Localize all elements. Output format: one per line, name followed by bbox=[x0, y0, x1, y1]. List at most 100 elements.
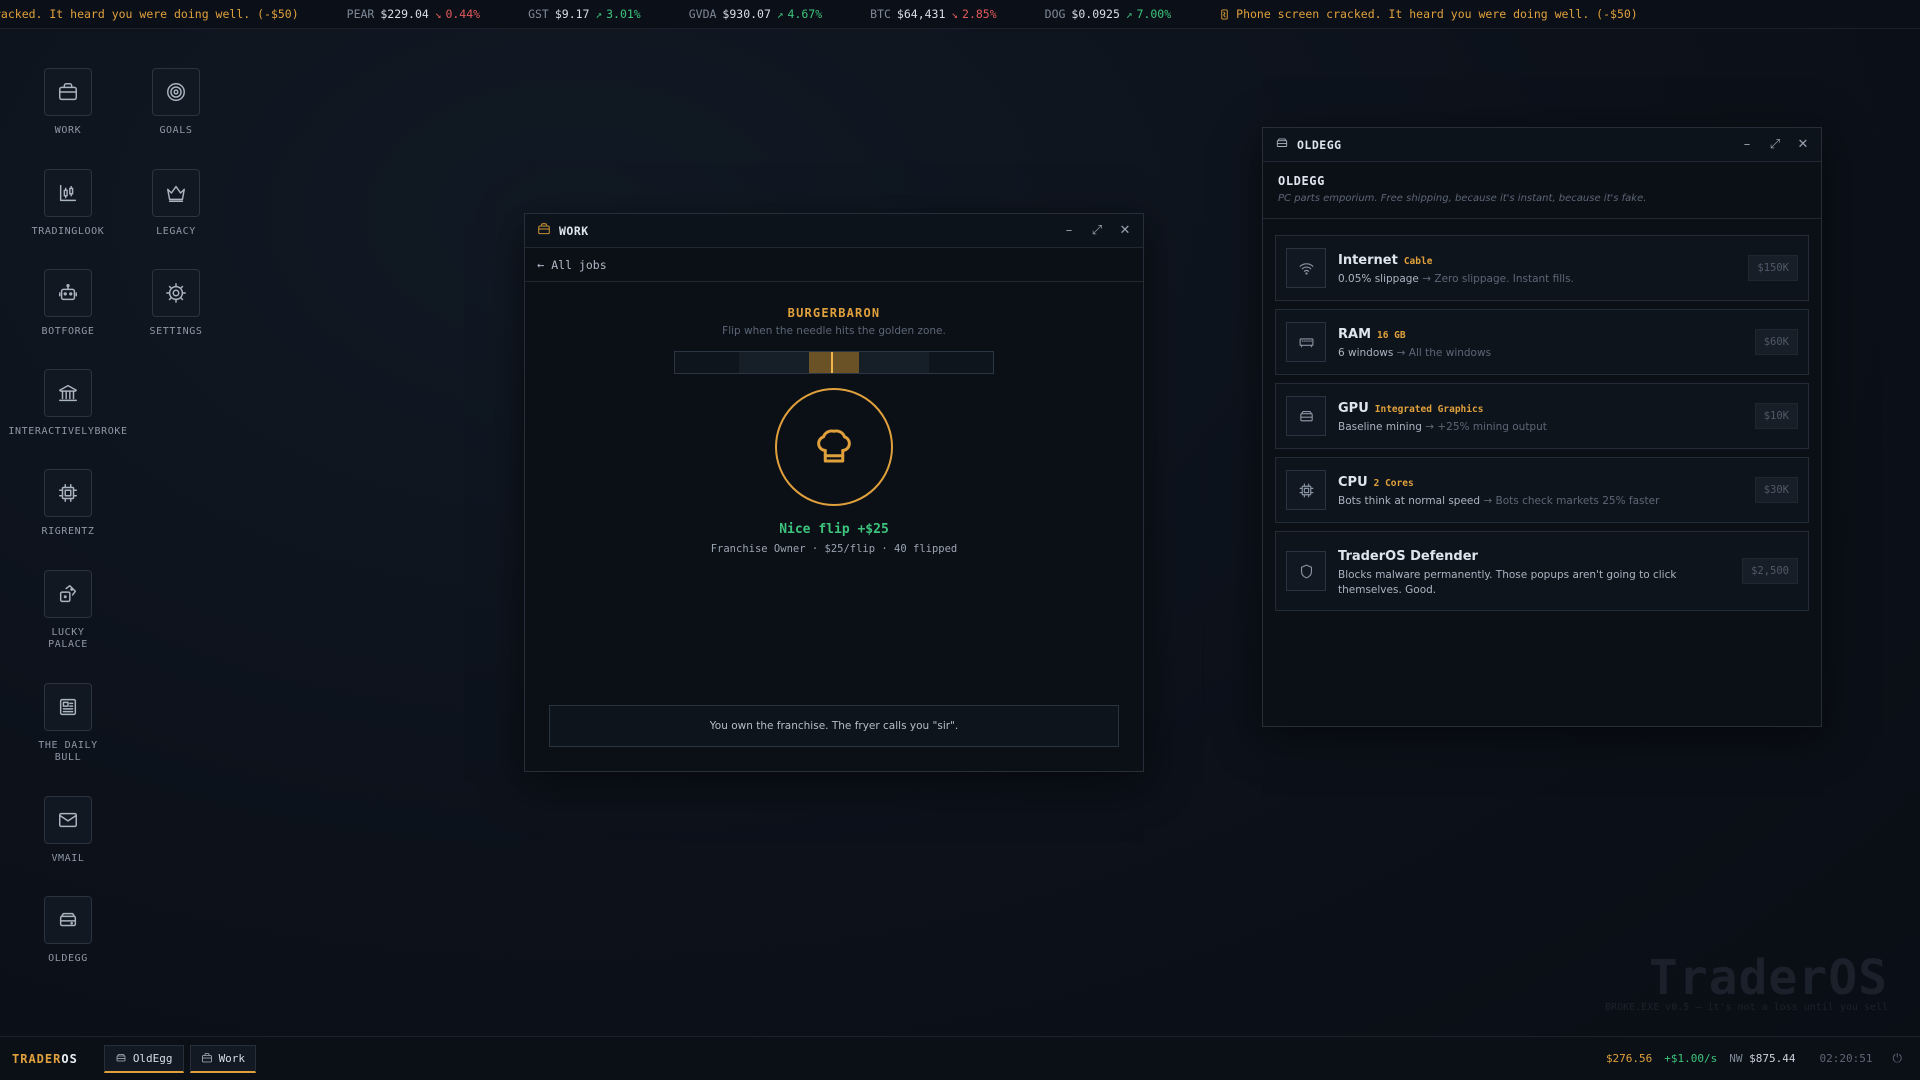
ticker-news-item: racked. It heard you were doing well. (-… bbox=[0, 7, 299, 21]
close-button[interactable]: ✕ bbox=[1797, 137, 1809, 152]
shield-icon bbox=[1300, 564, 1312, 578]
chef-hat-icon bbox=[817, 429, 851, 463]
start-button[interactable]: TRADEROS bbox=[12, 1052, 78, 1066]
buy-button[interactable]: $10K bbox=[1754, 403, 1798, 429]
phone-icon bbox=[1219, 8, 1230, 20]
product-tier: Cable bbox=[1403, 256, 1433, 267]
desktop-icon-oldegg[interactable]: OLDEGG bbox=[18, 896, 118, 965]
product-upgrade: → All the windows bbox=[1396, 347, 1492, 359]
cash-balance: $276.56 bbox=[1605, 1052, 1653, 1065]
drive-icon bbox=[116, 1054, 126, 1062]
store-name: OLDEGG bbox=[1278, 174, 1325, 188]
ticker-news-item: Phone screen cracked. It heard you were … bbox=[1219, 7, 1638, 21]
desktop-label: INTERACTIVELYBROKE bbox=[8, 426, 128, 437]
target-icon bbox=[167, 83, 185, 101]
trend-down-icon: ↘ bbox=[951, 7, 959, 21]
product-name: CPU bbox=[1338, 475, 1368, 490]
power-icon[interactable]: ⏻ bbox=[1893, 1051, 1903, 1066]
desktop-icon-tradinglook[interactable]: TRADINGLOOK bbox=[18, 169, 118, 238]
product-name: GPU bbox=[1338, 401, 1369, 416]
close-button[interactable]: ✕ bbox=[1119, 223, 1131, 238]
desktop-icon-daily-bull[interactable]: THE DAILY BULL bbox=[18, 683, 118, 764]
product-upgrade: → +25% mining output bbox=[1425, 421, 1547, 433]
desktop-icon-vmail[interactable]: VMAIL bbox=[18, 796, 118, 865]
product-cpu: CPU 2 Cores Bots think at normal speed → … bbox=[1275, 457, 1809, 523]
trend-down-icon: ↘ bbox=[434, 7, 442, 21]
desktop-icon-work[interactable]: WORK bbox=[18, 68, 118, 137]
robot-icon bbox=[59, 284, 77, 301]
taskbar-item-work[interactable]: Work bbox=[189, 1044, 257, 1073]
trend-up-icon: ↗ bbox=[1125, 7, 1133, 21]
briefcase-icon bbox=[201, 1053, 212, 1063]
ticker-item-gvda: GVDA $930.07 ↗ 4.67% bbox=[688, 7, 823, 21]
desktop-icon-interactivelybroke[interactable]: INTERACTIVELYBROKE bbox=[8, 369, 127, 438]
ticker-item-btc: BTC $64,431 ↘ 2.85% bbox=[870, 7, 997, 21]
desktop-label: VMAIL bbox=[51, 853, 85, 864]
desktop-label: TRADINGLOOK bbox=[31, 226, 105, 237]
flip-button[interactable] bbox=[775, 388, 893, 506]
net-worth-value: $875.44 bbox=[1749, 1052, 1796, 1065]
product-desc: Baseline mining bbox=[1338, 421, 1422, 433]
stock-ticker: racked. It heard you were doing well. (-… bbox=[0, 0, 1920, 29]
desktop-label: SETTINGS bbox=[149, 326, 203, 337]
buy-button[interactable]: $2,500 bbox=[1742, 558, 1798, 584]
job-stats: Franchise Owner · $25/flip · 40 flipped bbox=[710, 543, 958, 555]
newspaper-icon bbox=[59, 698, 77, 716]
desktop-icon-rigrentz[interactable]: RIGRENTZ bbox=[18, 469, 118, 538]
chip-icon bbox=[59, 484, 77, 502]
buy-button[interactable]: $30K bbox=[1754, 477, 1798, 503]
ticker-item-dog: DOG $0.0925 ↗ 7.00% bbox=[1044, 7, 1172, 21]
buy-button[interactable]: $60K bbox=[1754, 329, 1798, 355]
product-name: RAM bbox=[1338, 327, 1372, 342]
candlestick-icon bbox=[59, 184, 77, 202]
trend-up-icon: ↗ bbox=[595, 7, 603, 21]
trend-up-icon: ↗ bbox=[776, 7, 784, 21]
job-instruction: Flip when the needle hits the golden zon… bbox=[722, 325, 946, 337]
flavor-text: You own the franchise. The fryer calls y… bbox=[549, 705, 1119, 747]
flip-timing-meter bbox=[674, 351, 994, 374]
maximize-button[interactable]: ⤢ bbox=[1091, 223, 1103, 238]
desktop-icon-settings[interactable]: SETTINGS bbox=[126, 269, 226, 338]
briefcase-icon bbox=[537, 221, 551, 240]
net-worth-label: NW bbox=[1729, 1052, 1743, 1065]
product-upgrade: → Bots check markets 25% faster bbox=[1483, 495, 1660, 507]
desktop-label: THE DAILY BULL bbox=[38, 740, 98, 763]
store-header: OLDEGG PC parts emporium. Free shipping,… bbox=[1263, 162, 1821, 219]
desktop-icon-lucky-palace[interactable]: LUCKY PALACE bbox=[18, 570, 118, 651]
product-desc: 0.05% slippage bbox=[1338, 273, 1419, 285]
mail-icon bbox=[59, 812, 77, 828]
product-internet: Internet Cable 0.05% slippage → Zero slip… bbox=[1275, 235, 1809, 301]
desktop-icon-goals[interactable]: GOALS bbox=[126, 68, 226, 137]
desktop-label: GOALS bbox=[159, 125, 193, 136]
store-tagline: PC parts emporium. Free shipping, becaus… bbox=[1278, 193, 1647, 204]
drive-icon bbox=[1275, 135, 1289, 154]
os-watermark-subtitle: BROKE.EXE v0.5 — it's not a loss until y… bbox=[1605, 1002, 1888, 1013]
cpu-icon bbox=[1299, 483, 1313, 497]
ram-icon bbox=[1299, 337, 1313, 347]
maximize-button[interactable]: ⤢ bbox=[1769, 137, 1781, 152]
arrow-left-icon: ← bbox=[537, 257, 545, 272]
product-desc: 6 windows bbox=[1338, 347, 1394, 359]
product-tier: Integrated Graphics bbox=[1374, 404, 1484, 415]
minimize-button[interactable]: – bbox=[1741, 137, 1753, 152]
taskbar-item-oldegg[interactable]: OldEgg bbox=[103, 1044, 184, 1073]
window-title: OLDEGG bbox=[1297, 137, 1342, 152]
desktop-label: LEGACY bbox=[156, 226, 196, 237]
minimize-button[interactable]: – bbox=[1063, 223, 1075, 238]
dice-icon bbox=[59, 585, 77, 603]
desktop-label: LUCKY PALACE bbox=[48, 627, 88, 650]
all-jobs-link[interactable]: ← All jobs bbox=[525, 248, 1143, 282]
desktop-label: RIGRENTZ bbox=[41, 526, 95, 537]
gpu-icon bbox=[1299, 410, 1313, 421]
wifi-icon bbox=[1299, 262, 1313, 275]
work-window-titlebar[interactable]: WORK – ⤢ ✕ bbox=[525, 214, 1143, 248]
clock: 02:20:51 bbox=[1819, 1052, 1873, 1065]
product-desc: Bots think at normal speed bbox=[1338, 495, 1481, 507]
buy-button[interactable]: $150K bbox=[1748, 255, 1798, 281]
desktop-icon-botforge[interactable]: BOTFORGE bbox=[18, 269, 118, 338]
gear-icon bbox=[166, 283, 186, 303]
system-tray: $276.56 +$1.00/s NW $875.44 02:20:51 ⏻ bbox=[1606, 1051, 1920, 1066]
oldegg-window-titlebar[interactable]: OLDEGG – ⤢ ✕ bbox=[1263, 128, 1821, 162]
product-tier: 2 Cores bbox=[1373, 478, 1414, 489]
desktop-icon-legacy[interactable]: LEGACY bbox=[126, 169, 226, 238]
